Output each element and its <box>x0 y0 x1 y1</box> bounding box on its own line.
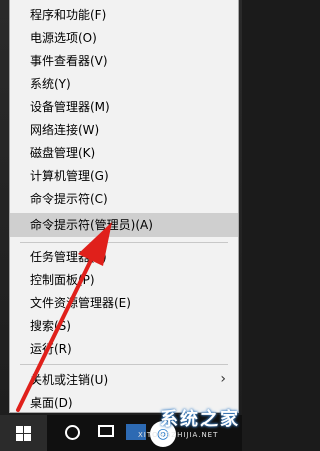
menu-separator <box>20 364 228 365</box>
menu-item-command-prompt[interactable]: 命令提示符(C) <box>10 188 238 210</box>
menu-item-network-connections[interactable]: 网络连接(W) <box>10 119 238 141</box>
winx-context-menu: 程序和功能(F) 电源选项(O) 事件查看器(V) 系统(Y) 设备管理器(M)… <box>9 0 239 413</box>
watermark-title: 系统之家 <box>160 409 240 430</box>
menu-item-search[interactable]: 搜索(S) <box>10 315 238 337</box>
menu-item-system[interactable]: 系统(Y) <box>10 73 238 95</box>
menu-item-file-explorer[interactable]: 文件资源管理器(E) <box>10 292 238 314</box>
menu-item-event-viewer[interactable]: 事件查看器(V) <box>10 50 238 72</box>
menu-item-label: 关机或注销(U) <box>30 373 109 387</box>
menu-separator <box>20 242 228 243</box>
chevron-right-icon: › <box>220 371 226 387</box>
menu-item-device-manager[interactable]: 设备管理器(M) <box>10 96 238 118</box>
menu-item-computer-management[interactable]: 计算机管理(G) <box>10 165 238 187</box>
watermark-url: XITONGZHIJIA.NET <box>138 431 219 439</box>
menu-item-shutdown-signout[interactable]: 关机或注销(U) › <box>10 369 238 391</box>
menu-item-power-options[interactable]: 电源选项(O) <box>10 27 238 49</box>
menu-item-disk-management[interactable]: 磁盘管理(K) <box>10 142 238 164</box>
menu-item-command-prompt-admin[interactable]: 命令提示符(管理员)(A) <box>10 213 238 237</box>
menu-item-programs-features[interactable]: 程序和功能(F) <box>10 4 238 26</box>
start-button[interactable] <box>0 415 47 451</box>
menu-item-task-manager[interactable]: 任务管理器(T) <box>10 246 238 268</box>
search-icon[interactable] <box>65 425 80 440</box>
task-view-icon[interactable] <box>98 425 114 437</box>
menu-item-control-panel[interactable]: 控制面板(P) <box>10 269 238 291</box>
menu-item-run[interactable]: 运行(R) <box>10 338 238 360</box>
